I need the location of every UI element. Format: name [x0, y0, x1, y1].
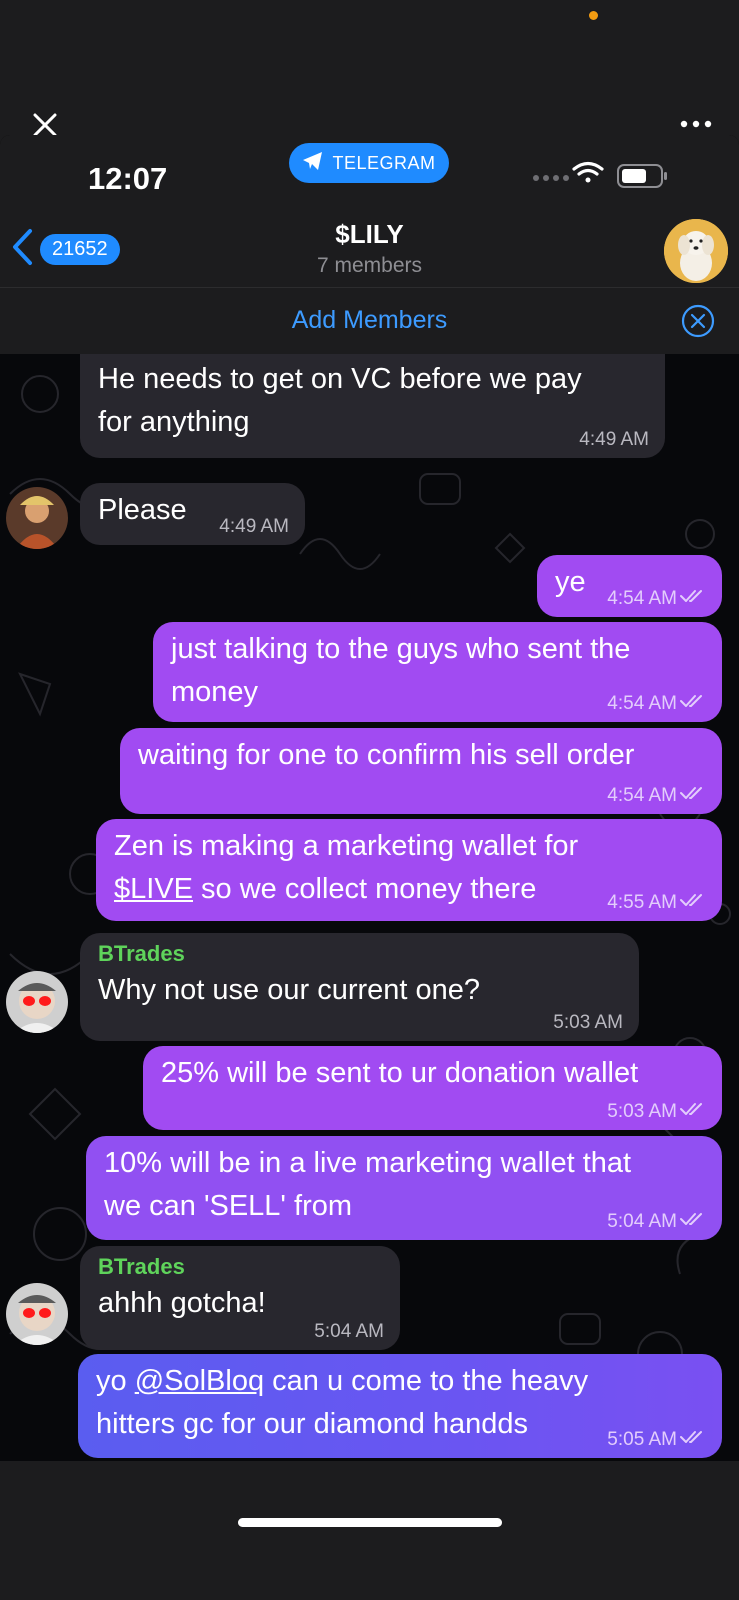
message-text: waiting for one to confirm his sell orde…	[138, 739, 635, 771]
message-meta: 4:49 AM	[219, 517, 289, 537]
status-time: 12:07	[88, 161, 168, 196]
avatar[interactable]	[6, 1283, 68, 1345]
add-members-button[interactable]: Add Members	[0, 306, 739, 335]
message-meta: 4:55 AM	[607, 892, 706, 913]
avatar[interactable]	[6, 971, 68, 1033]
message-text: ahhh gotcha!	[98, 1287, 266, 1319]
message-outgoing[interactable]: ye 4:54 AM	[537, 555, 722, 617]
message-outgoing[interactable]: just talking to the guys who sent the mo…	[153, 622, 722, 722]
message-outgoing[interactable]: 25% will be sent to ur donation wallet 5…	[143, 1046, 722, 1130]
message-meta: 4:54 AM	[607, 693, 706, 714]
message-time: 5:03 AM	[553, 1012, 623, 1033]
message-incoming[interactable]: He needs to get on VC before we pay for …	[80, 354, 665, 458]
telegram-plane-icon	[302, 151, 324, 176]
read-checkmarks-icon	[680, 1101, 706, 1122]
message-time: 4:54 AM	[607, 587, 677, 609]
battery-icon	[617, 164, 667, 188]
mention-link[interactable]: @SolBloq	[135, 1365, 264, 1397]
top-frame	[0, 0, 739, 137]
message-time: 5:05 AM	[607, 1428, 677, 1450]
message-time: 4:49 AM	[579, 429, 649, 450]
telegram-pill[interactable]: TELEGRAM	[289, 143, 449, 183]
message-outgoing[interactable]: 10% will be in a live marketing wallet t…	[86, 1136, 722, 1240]
chat-header: 21652 $LILY 7 members	[0, 205, 739, 288]
group-avatar[interactable]	[664, 219, 728, 283]
cashtag-link[interactable]: $LIVE	[114, 873, 193, 905]
message-meta: 5:05 AM	[607, 1429, 706, 1450]
message-meta: 4:49 AM	[579, 430, 649, 450]
message-text-part: yo	[96, 1365, 135, 1397]
message-incoming[interactable]: Please 4:49 AM	[80, 483, 305, 545]
read-checkmarks-icon	[680, 1211, 706, 1232]
read-checkmarks-icon	[680, 693, 706, 714]
message-meta: 5:04 AM	[607, 1211, 706, 1232]
message-outgoing[interactable]: Zen is making a marketing wallet for $LIV…	[96, 819, 722, 921]
sender-name[interactable]: BTrades	[98, 939, 621, 969]
sender-name[interactable]: BTrades	[98, 1252, 382, 1282]
message-time: 4:54 AM	[607, 784, 677, 806]
signal-icon	[533, 175, 569, 181]
message-time: 4:49 AM	[219, 516, 289, 537]
read-checkmarks-icon	[680, 785, 706, 806]
message-time: 5:04 AM	[607, 1210, 677, 1232]
message-meta: 4:54 AM	[607, 588, 706, 609]
close-circle-icon[interactable]	[681, 304, 715, 338]
message-incoming[interactable]: BTrades ahhh gotcha! 5:04 AM	[80, 1246, 400, 1350]
message-meta: 4:54 AM	[607, 785, 706, 806]
message-meta: 5:04 AM	[314, 1322, 384, 1342]
camera-indicator	[589, 11, 598, 20]
message-text: He needs to get on VC before we pay for …	[98, 363, 582, 438]
message-meta: 5:03 AM	[553, 1013, 623, 1033]
system-icons	[532, 159, 692, 189]
status-bar: 12:07 TELEGRAM	[0, 135, 739, 205]
home-indicator[interactable]	[238, 1518, 502, 1527]
telegram-sheet: 12:07 TELEGRAM 21652 $LILY 7 members Add…	[0, 135, 739, 1461]
chat-area[interactable]: He needs to get on VC before we pay for …	[0, 354, 739, 1461]
wifi-icon	[572, 161, 604, 183]
message-meta: 5:03 AM	[607, 1101, 706, 1122]
add-members-bar: Add Members	[0, 288, 739, 354]
bottom-frame	[0, 1461, 739, 1600]
read-checkmarks-icon	[680, 588, 706, 609]
telegram-pill-label: TELEGRAM	[332, 152, 436, 173]
message-time: 5:04 AM	[314, 1321, 384, 1342]
message-incoming[interactable]: BTrades Why not use our current one? 5:0…	[80, 933, 639, 1041]
message-time: 4:54 AM	[607, 692, 677, 714]
read-checkmarks-icon	[680, 892, 706, 913]
message-outgoing[interactable]: waiting for one to confirm his sell orde…	[120, 728, 722, 814]
read-checkmarks-icon	[680, 1429, 706, 1450]
chat-member-count: 7 members	[316, 254, 423, 277]
avatar[interactable]	[6, 487, 68, 549]
chat-title: $LILY	[335, 219, 404, 249]
message-text-part: Zen is making a marketing wallet for	[114, 830, 579, 862]
message-time: 4:55 AM	[607, 891, 677, 913]
chat-title-block[interactable]: $LILY 7 members	[0, 219, 739, 278]
message-text: 25% will be sent to ur donation wallet	[161, 1057, 639, 1089]
message-outgoing[interactable]: yo @SolBloq can u come to the heavy hitt…	[78, 1354, 722, 1458]
message-text: Why not use our current one?	[98, 974, 481, 1006]
message-time: 5:03 AM	[607, 1100, 677, 1122]
message-text-part: so we collect money there	[193, 873, 537, 905]
